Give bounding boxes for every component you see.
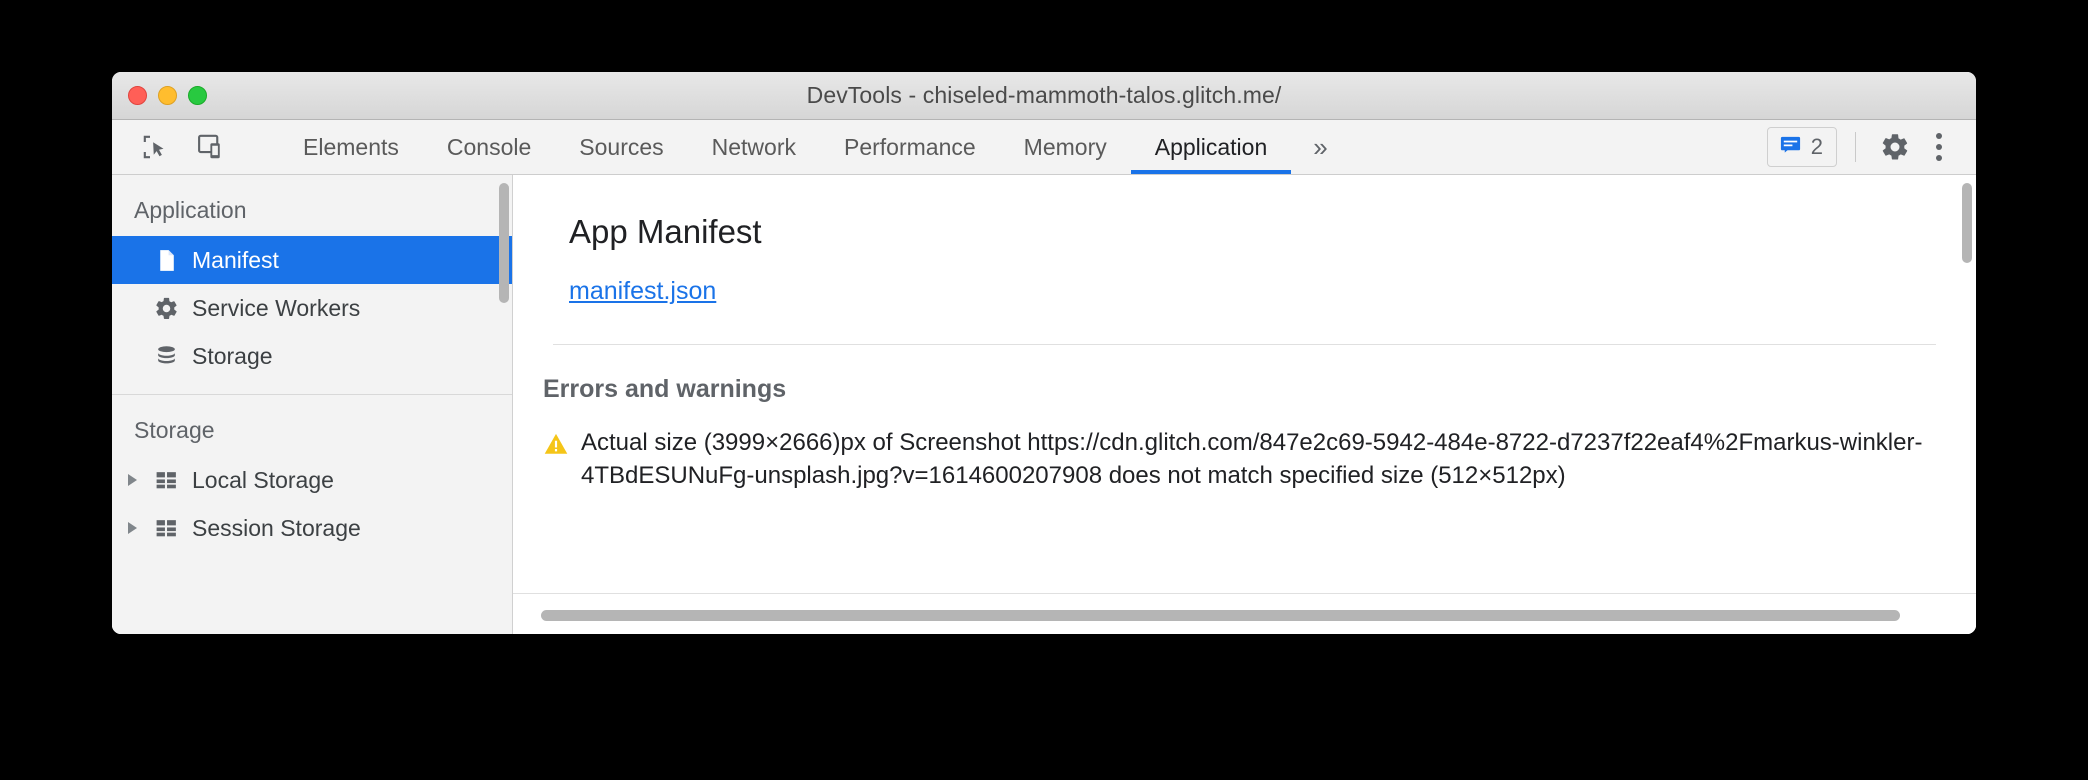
tab-network[interactable]: Network (688, 120, 820, 174)
sidebar-item-storage-label: Storage (192, 342, 273, 369)
screen-root: DevTools - chiseled-mammoth-talos.glitch… (0, 0, 2088, 780)
database-icon (154, 344, 179, 369)
devtools-window: DevTools - chiseled-mammoth-talos.glitch… (112, 72, 1976, 634)
tab-elements-label: Elements (303, 133, 399, 160)
tab-sources[interactable]: Sources (555, 120, 687, 174)
device-toolbar-icon[interactable] (190, 126, 232, 168)
gear-icon[interactable] (1874, 126, 1916, 168)
close-button[interactable] (128, 86, 147, 105)
tab-console[interactable]: Console (423, 120, 555, 174)
sidebar-scrollbar[interactable] (499, 183, 509, 303)
minimize-button[interactable] (158, 86, 177, 105)
manifest-panel: App Manifest manifest.json Errors and wa… (513, 175, 1976, 634)
warning-item: Actual size (3999×2666)px of Screenshot … (513, 404, 1976, 493)
more-tabs-label: » (1313, 131, 1328, 162)
tab-application[interactable]: Application (1130, 120, 1292, 174)
application-sidebar: Application Manifest Service Workers Sto… (112, 175, 513, 634)
window-title: DevTools - chiseled-mammoth-talos.glitch… (806, 82, 1282, 108)
maximize-button[interactable] (188, 86, 207, 105)
manifest-json-link[interactable]: manifest.json (569, 277, 716, 306)
warning-message: Actual size (3999×2666)px of Screenshot … (581, 429, 1923, 490)
page-title: App Manifest (569, 213, 762, 250)
tab-elements[interactable]: Elements (279, 120, 423, 174)
table-icon (154, 468, 179, 493)
sidebar-item-local-storage-label: Local Storage (192, 466, 334, 493)
manifest-header-section: App Manifest manifest.json (513, 175, 1976, 345)
devtools-tabstrip: Elements Console Sources Network Perform… (112, 120, 1976, 175)
sidebar-item-local-storage[interactable]: Local Storage (112, 456, 512, 504)
tab-memory[interactable]: Memory (1000, 120, 1131, 174)
panel-tabs: Elements Console Sources Network Perform… (279, 120, 1767, 174)
tab-sources-label: Sources (579, 133, 664, 160)
tab-network-label: Network (711, 133, 796, 160)
horizontal-scrollbar-track (513, 594, 1976, 634)
kebab-dot (1936, 155, 1942, 161)
kebab-menu-icon[interactable] (1922, 127, 1956, 167)
more-tabs-icon[interactable]: » (1291, 120, 1349, 174)
manifest-panel-scrollbar[interactable] (1962, 183, 1972, 263)
window-titlebar: DevTools - chiseled-mammoth-talos.glitch… (112, 72, 1976, 120)
chevron-right-icon[interactable] (128, 522, 137, 534)
kebab-dot (1936, 144, 1942, 150)
sidebar-item-manifest-label: Manifest (192, 246, 279, 273)
document-icon (154, 248, 179, 273)
errors-and-warnings-section: Errors and warnings Actual size (3999×26… (513, 345, 1976, 493)
message-count-badge[interactable]: 2 (1766, 127, 1837, 167)
message-count: 2 (1810, 134, 1823, 159)
tab-console-label: Console (446, 133, 532, 160)
message-icon (1779, 133, 1802, 161)
warning-triangle-icon (543, 431, 569, 462)
actions-divider (1855, 132, 1856, 162)
horizontal-scrollbar-thumb[interactable] (541, 609, 1900, 621)
traffic-lights (128, 72, 207, 119)
inspect-element-icon[interactable] (134, 126, 176, 168)
tab-memory-label: Memory (1023, 133, 1107, 160)
tab-performance-label: Performance (844, 133, 976, 160)
table-icon (154, 516, 179, 541)
sidebar-group-application-title: Application (134, 197, 247, 223)
toolbar-icons (112, 120, 279, 174)
devtools-body: Application Manifest Service Workers Sto… (112, 175, 1976, 634)
kebab-dot (1936, 133, 1942, 139)
tab-application-label: Application (1154, 133, 1268, 160)
chevron-right-icon[interactable] (128, 474, 137, 486)
sidebar-item-storage[interactable]: Storage (112, 332, 512, 380)
gear-icon (154, 296, 179, 321)
tabstrip-actions: 2 (1766, 120, 1976, 174)
sidebar-item-service-workers[interactable]: Service Workers (112, 284, 512, 332)
tab-performance[interactable]: Performance (820, 120, 1000, 174)
sidebar-item-service-workers-label: Service Workers (192, 294, 361, 321)
sidebar-item-session-storage[interactable]: Session Storage (112, 504, 512, 552)
sidebar-item-manifest[interactable]: Manifest (112, 236, 512, 284)
errors-heading: Errors and warnings (543, 375, 787, 403)
sidebar-item-session-storage-label: Session Storage (192, 514, 361, 541)
sidebar-group-storage-title: Storage (134, 417, 215, 443)
